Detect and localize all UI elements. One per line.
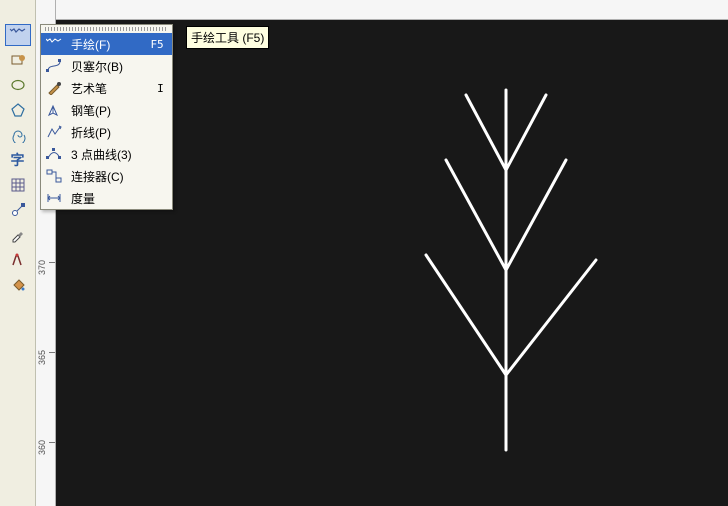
connector-icon: [45, 167, 63, 185]
flyout-label: 手绘(F): [71, 36, 142, 53]
flyout-item-3ptcurve[interactable]: 3 点曲线(3): [41, 143, 172, 165]
ruler-label: 360: [37, 440, 47, 455]
flyout-item-connector[interactable]: 连接器(C): [41, 165, 172, 187]
pen-icon: [45, 101, 63, 119]
flyout-label: 度量: [71, 190, 156, 207]
tool-outline[interactable]: [5, 249, 31, 271]
ruler-label: 365: [37, 350, 47, 365]
flyout-shortcut: F5: [150, 38, 163, 51]
tool-spiral[interactable]: [5, 124, 31, 146]
ruler-label: 370: [37, 260, 47, 275]
flyout-shortcut: I: [157, 82, 164, 95]
flyout-label: 连接器(C): [71, 168, 156, 185]
flyout-label: 艺术笔: [71, 80, 149, 97]
tool-text[interactable]: 字: [5, 149, 31, 171]
flyout-label: 钢笔(P): [71, 102, 156, 119]
polyline-icon: [45, 123, 63, 141]
ruler-horizontal: [56, 0, 728, 20]
flyout-label: 折线(P): [71, 124, 156, 141]
curve-tools-flyout: 手绘(F) F5 贝塞尔(B) 艺术笔 I 钢笔(P) 折线(P) 3 点: [40, 24, 173, 210]
tool-interactive[interactable]: [5, 199, 31, 221]
tool-polygon[interactable]: [5, 99, 31, 121]
freehand-icon: [45, 35, 63, 53]
toolbox: 字: [0, 0, 36, 506]
flyout-item-polyline[interactable]: 折线(P): [41, 121, 172, 143]
tool-eyedropper[interactable]: [5, 224, 31, 246]
three-point-curve-icon: [45, 145, 63, 163]
dimension-icon: [45, 189, 63, 207]
bezier-icon: [45, 57, 63, 75]
flyout-item-dimension[interactable]: 度量: [41, 187, 172, 209]
tool-grid[interactable]: [5, 174, 31, 196]
tool-shape[interactable]: [5, 49, 31, 71]
flyout-label: 3 点曲线(3): [71, 146, 156, 163]
artistic-media-icon: [45, 79, 63, 97]
tool-ellipse[interactable]: [5, 74, 31, 96]
flyout-item-bezier[interactable]: 贝塞尔(B): [41, 55, 172, 77]
tooltip-text: 手绘工具 (F5): [191, 31, 264, 45]
flyout-item-pen[interactable]: 钢笔(P): [41, 99, 172, 121]
flyout-grip[interactable]: [45, 27, 168, 31]
tool-fill[interactable]: [5, 274, 31, 296]
tool-freehand[interactable]: [5, 24, 31, 46]
flyout-item-artistic[interactable]: 艺术笔 I: [41, 77, 172, 99]
tooltip: 手绘工具 (F5): [186, 26, 269, 49]
flyout-item-freehand[interactable]: 手绘(F) F5: [41, 33, 172, 55]
flyout-label: 贝塞尔(B): [71, 58, 156, 75]
